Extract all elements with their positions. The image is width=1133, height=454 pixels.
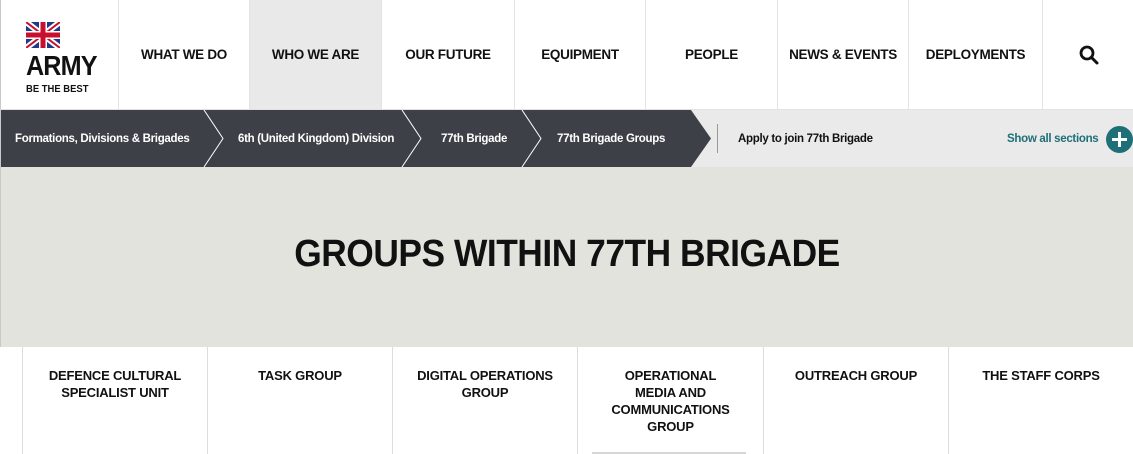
group-card-digital-operations[interactable]: DIGITAL OPERATIONS GROUP	[393, 347, 578, 454]
army-logo[interactable]: ARMY BE THE BEST	[2, 0, 119, 109]
page: ARMY BE THE BEST WHAT WE DO WHO WE ARE O…	[0, 0, 1133, 454]
nav-item-people[interactable]: PEOPLE	[646, 0, 778, 109]
show-all-sections-link[interactable]: Show all sections	[1007, 110, 1099, 167]
top-navigation: ARMY BE THE BEST WHAT WE DO WHO WE ARE O…	[0, 0, 1133, 110]
breadcrumb-item-6th-division[interactable]: 6th (United Kingdom) Division	[238, 110, 394, 167]
apply-to-join-link[interactable]: Apply to join 77th Brigade	[738, 110, 873, 167]
breadcrumb-item-formations[interactable]: Formations, Divisions & Brigades	[15, 110, 190, 167]
nav-item-what-we-do[interactable]: WHAT WE DO	[119, 0, 250, 109]
nav-item-who-we-are[interactable]: WHO WE ARE	[250, 0, 382, 109]
group-card-outreach[interactable]: OUTREACH GROUP	[764, 347, 949, 454]
search-button[interactable]	[1043, 0, 1133, 109]
logo-tagline: BE THE BEST	[26, 83, 89, 95]
breadcrumb-item-77th-brigade-groups[interactable]: 77th Brigade Groups	[557, 110, 665, 167]
group-card-staff-corps[interactable]: THE STAFF CORPS	[949, 347, 1133, 454]
logo-wordmark: ARMY	[26, 50, 98, 81]
nav-item-equipment[interactable]: EQUIPMENT	[515, 0, 646, 109]
breadcrumb-item-77th-brigade[interactable]: 77th Brigade	[441, 110, 507, 167]
breadcrumb-divider	[717, 124, 718, 153]
hero-banner: GROUPS WITHIN 77TH BRIGADE	[0, 167, 1133, 347]
breadcrumb: Formations, Divisions & Brigades 6th (Un…	[0, 110, 1133, 167]
plus-circle-icon[interactable]	[1106, 126, 1133, 153]
union-jack-icon	[26, 22, 60, 48]
nav-item-news-events[interactable]: NEWS & EVENTS	[778, 0, 909, 109]
group-card-task-group[interactable]: TASK GROUP	[208, 347, 393, 454]
nav-item-our-future[interactable]: OUR FUTURE	[382, 0, 515, 109]
group-cards: DEFENCE CULTURAL SPECIALIST UNIT TASK GR…	[22, 347, 1133, 454]
group-card-defence-cultural[interactable]: DEFENCE CULTURAL SPECIALIST UNIT	[22, 347, 208, 454]
page-title: GROUPS WITHIN 77TH BRIGADE	[294, 233, 840, 275]
group-card-operational-media[interactable]: OPERATIONAL MEDIA AND COMMUNICATIONS GRO…	[578, 347, 764, 454]
search-icon	[1079, 45, 1098, 64]
nav-item-deployments[interactable]: DEPLOYMENTS	[909, 0, 1043, 109]
